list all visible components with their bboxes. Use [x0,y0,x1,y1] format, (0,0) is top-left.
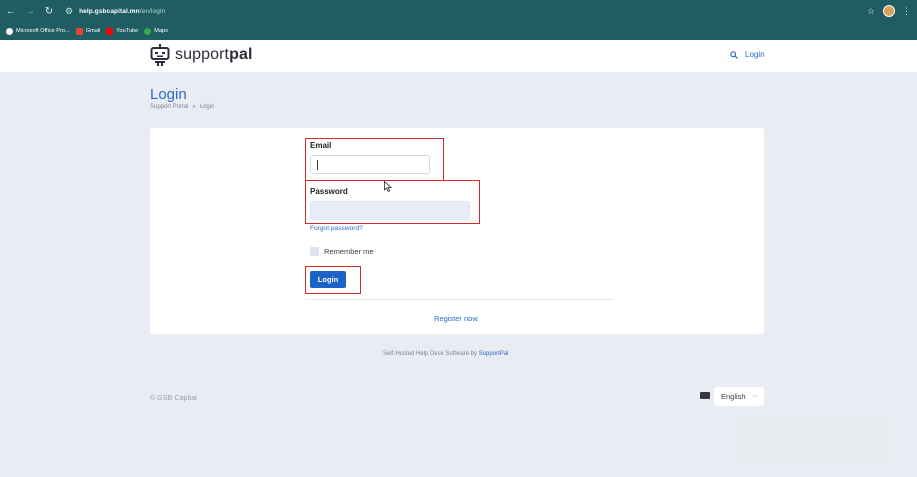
forgot-password-link[interactable]: Forgot password? [310,225,363,232]
profile-avatar-icon[interactable] [883,5,895,17]
remember-me-checkbox[interactable] [310,247,319,256]
faded-overlay-panel [738,420,885,459]
page-title: Login [150,86,187,103]
browser-toolbar: ← → ↻ ⚙ help.gsbcapital.mn/en/login ☆ ⋮ [0,0,917,22]
forward-icon[interactable]: → [22,3,38,19]
gmail-icon [75,27,83,35]
powered-by-text: Self-Hosted Help Desk Software by Suppor… [383,351,508,357]
search-icon[interactable] [730,50,738,59]
login-highlight-box [305,266,361,294]
site-info-icon[interactable]: ⚙ [65,6,73,17]
supportpal-logo[interactable]: supportpal [150,44,253,66]
site-header: supportpal Login [0,40,917,72]
logo-text-light: support [175,46,230,63]
bookmark-label: Maps [154,28,168,34]
url-host: help.gsbcapital.mn [79,7,140,15]
powered-by-prefix: Self-Hosted Help Desk Software by [383,351,479,357]
bookmark-office[interactable]: Microsoft Office Pro... [6,27,70,35]
register-now-link[interactable]: Register now [434,314,478,323]
mouse-cursor-icon [384,181,392,192]
bookmark-youtube[interactable]: YouTube [106,27,139,35]
breadcrumb-separator: » [192,104,196,110]
language-select[interactable]: English ⌵ [714,387,764,406]
supportpal-link[interactable]: SupportPal [479,351,509,357]
card-divider [305,299,614,300]
breadcrumb-support-portal[interactable]: Support Portal [150,104,188,110]
language-value: English [721,392,746,401]
bookmark-gmail[interactable]: Gmail [75,27,101,35]
browser-menu-icon[interactable]: ⋮ [902,6,911,17]
bookmark-star-icon[interactable]: ☆ [867,6,875,17]
logo-text-bold: pal [229,46,253,63]
maps-icon [144,27,152,35]
bookmark-label: YouTube [116,28,139,34]
header-login-label: Login [745,50,765,59]
footer-copyright: © GSB Capital [150,393,197,402]
back-icon[interactable]: ← [3,3,19,19]
address-bar[interactable]: help.gsbcapital.mn/en/login [79,8,165,15]
bookmark-maps[interactable]: Maps [144,27,168,35]
bookmark-label: Gmail [85,28,101,34]
youtube-icon [106,27,114,35]
breadcrumb-current: Login [199,104,215,110]
logo-wordmark: supportpal [175,46,253,64]
email-highlight-box [305,138,444,181]
remember-me-label[interactable]: Remember me [324,247,374,256]
language-keyboard-icon [700,392,710,399]
breadcrumb: Support Portal » Login [150,104,214,110]
header-login-link[interactable]: Login [730,50,765,59]
bookmark-label: Microsoft Office Pro... [16,28,70,34]
login-card [150,128,764,334]
office-icon [6,27,13,35]
bookmarks-bar: Microsoft Office Pro... Gmail YouTube Ma… [0,22,917,40]
robot-logo-icon [150,44,170,66]
url-path: /en/login [139,7,166,15]
reload-icon[interactable]: ↻ [41,3,57,19]
password-highlight-box [305,180,480,224]
chevron-down-icon: ⌵ [752,393,758,399]
